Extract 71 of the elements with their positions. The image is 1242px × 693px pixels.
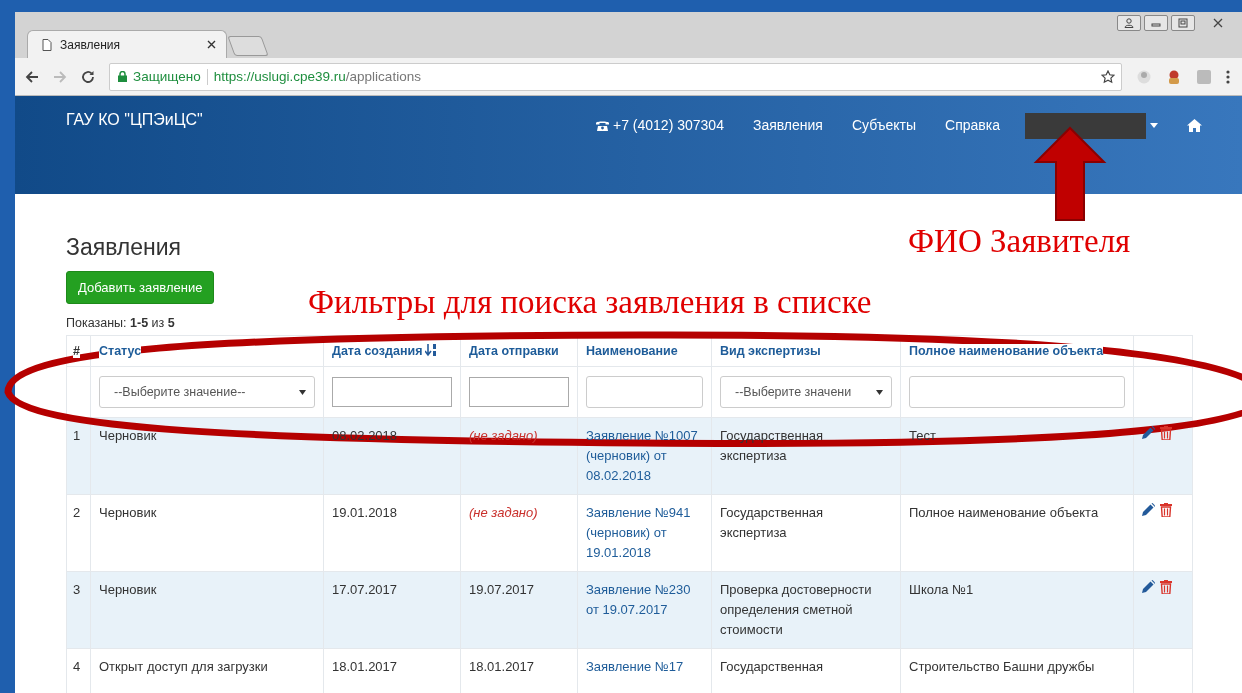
expertise-cell-text: Проверка достоверности определения сметной стоимости (720, 581, 873, 639)
delete-icon[interactable] (1160, 580, 1172, 594)
page-title: Заявления (66, 234, 182, 261)
column-header[interactable]: Дата создания (332, 344, 438, 358)
caret-icon (299, 389, 306, 395)
sort-icon (425, 344, 438, 357)
menu-icon[interactable] (1226, 69, 1230, 84)
address-field[interactable]: Защищено https://uslugi.cpe39.ru/applications (109, 62, 1122, 91)
nav-link[interactable]: Субъекты (851, 117, 917, 133)
user-icon[interactable] (1117, 15, 1141, 31)
delete-icon[interactable] (1160, 503, 1172, 517)
delete-icon[interactable] (1160, 426, 1172, 440)
close-icon[interactable] (207, 40, 216, 49)
date-cell-text: 18.01.2017 (332, 658, 399, 676)
column-header[interactable]: Наименование (586, 344, 678, 358)
edit-icon[interactable] (1142, 580, 1155, 593)
extension-icon[interactable] (1166, 68, 1182, 85)
expertise-cell-text: Государственная экспертиза (720, 504, 825, 542)
status-cell-text: Черновик (99, 504, 158, 522)
column-header[interactable]: Вид экспертизы (720, 344, 821, 358)
row-number: 2 (73, 504, 82, 522)
filter-select[interactable]: --Выберите значени (720, 376, 892, 408)
status-cell-text: Черновик (99, 581, 158, 599)
back-icon[interactable] (25, 69, 39, 84)
maximize-icon[interactable] (1171, 15, 1195, 31)
expertise-cell-text: Государственная экспертиза (720, 427, 825, 465)
filter-field[interactable] (332, 377, 452, 407)
filter-field[interactable] (909, 376, 1125, 408)
phone-link[interactable]: +7 (4012) 307304 (596, 117, 724, 133)
row-number: 3 (73, 581, 82, 599)
browser-tab[interactable]: Заявления (27, 30, 227, 58)
object-cell-text: Строительство Башни дружбы (909, 658, 1096, 676)
annotation-text: ФИО Заявителя (908, 223, 1131, 260)
page-icon (42, 38, 52, 51)
caret-icon (1150, 122, 1158, 128)
date-cell-text: 18.01.2017 (469, 658, 536, 676)
column-header[interactable]: Дата отправки (469, 344, 559, 358)
date-cell-text: 19.01.2018 (332, 504, 399, 522)
reload-icon[interactable] (81, 69, 95, 84)
object-cell-text: Полное наименование объекта (909, 504, 1100, 522)
home-icon[interactable] (1187, 118, 1202, 132)
nav-link[interactable]: Заявления (752, 117, 823, 133)
brand-link[interactable]: ГАУ КО "ЦПЭиЦС" (66, 111, 203, 129)
annotation-text: Фильтры для поиска заявления в списке (308, 284, 872, 321)
url-text: https://uslugi.cpe39.ru/applications (213, 69, 422, 84)
edit-icon[interactable] (1142, 426, 1155, 439)
minimize-icon[interactable] (1144, 15, 1168, 31)
column-header[interactable]: Статус (99, 344, 142, 358)
summary-text: Показаны: 1-5 из 5 (66, 316, 176, 330)
date-cell-text: (не задано) (469, 504, 539, 522)
caret-icon (876, 389, 883, 395)
status-cell-text: Черновик (99, 427, 158, 445)
nav-link[interactable]: Справка (945, 117, 1000, 133)
filter-field[interactable] (586, 376, 703, 408)
secure-label: Защищено (133, 69, 201, 84)
column-header: # (73, 344, 80, 358)
row-number: 4 (73, 658, 82, 676)
object-cell-text: Школа №1 (909, 581, 975, 599)
phone-icon (596, 119, 609, 131)
expertise-cell-text: Государственная (720, 658, 825, 676)
status-cell-text: Открыт доступ для загрузки (99, 658, 269, 676)
star-icon[interactable] (1101, 69, 1115, 84)
lock-icon (118, 71, 127, 82)
column-header[interactable]: Полное наименование объекта (909, 344, 1104, 358)
row-number: 1 (73, 427, 82, 445)
filter-field[interactable] (469, 377, 569, 407)
date-cell-text: 17.07.2017 (332, 581, 399, 599)
date-cell-text: 19.07.2017 (469, 581, 536, 599)
user-dropdown[interactable] (1025, 111, 1158, 139)
filter-select[interactable]: --Выберите значение-- (99, 376, 315, 408)
edit-icon[interactable] (1142, 503, 1155, 516)
